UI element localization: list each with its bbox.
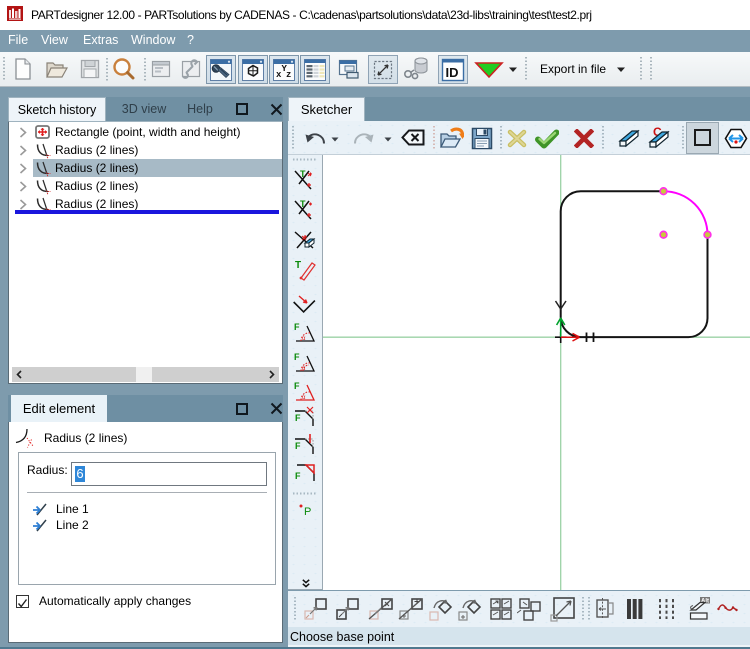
svg-text:P: P bbox=[304, 506, 311, 518]
svg-text:F: F bbox=[295, 471, 301, 481]
svg-text:F: F bbox=[295, 413, 301, 423]
svg-text:F: F bbox=[294, 322, 300, 332]
svg-text:F: F bbox=[294, 352, 300, 362]
svg-text:T: T bbox=[295, 260, 301, 271]
svg-text:T: T bbox=[300, 169, 306, 179]
svg-text:α: α bbox=[302, 336, 306, 342]
svg-text:F: F bbox=[295, 441, 301, 451]
svg-text:ID: ID bbox=[446, 65, 459, 80]
svg-text:T: T bbox=[300, 199, 306, 209]
svg-text:α: α bbox=[302, 366, 306, 372]
svg-text:z: z bbox=[286, 70, 291, 80]
svg-text:F: F bbox=[294, 381, 300, 391]
svg-text:α: α bbox=[302, 395, 306, 401]
